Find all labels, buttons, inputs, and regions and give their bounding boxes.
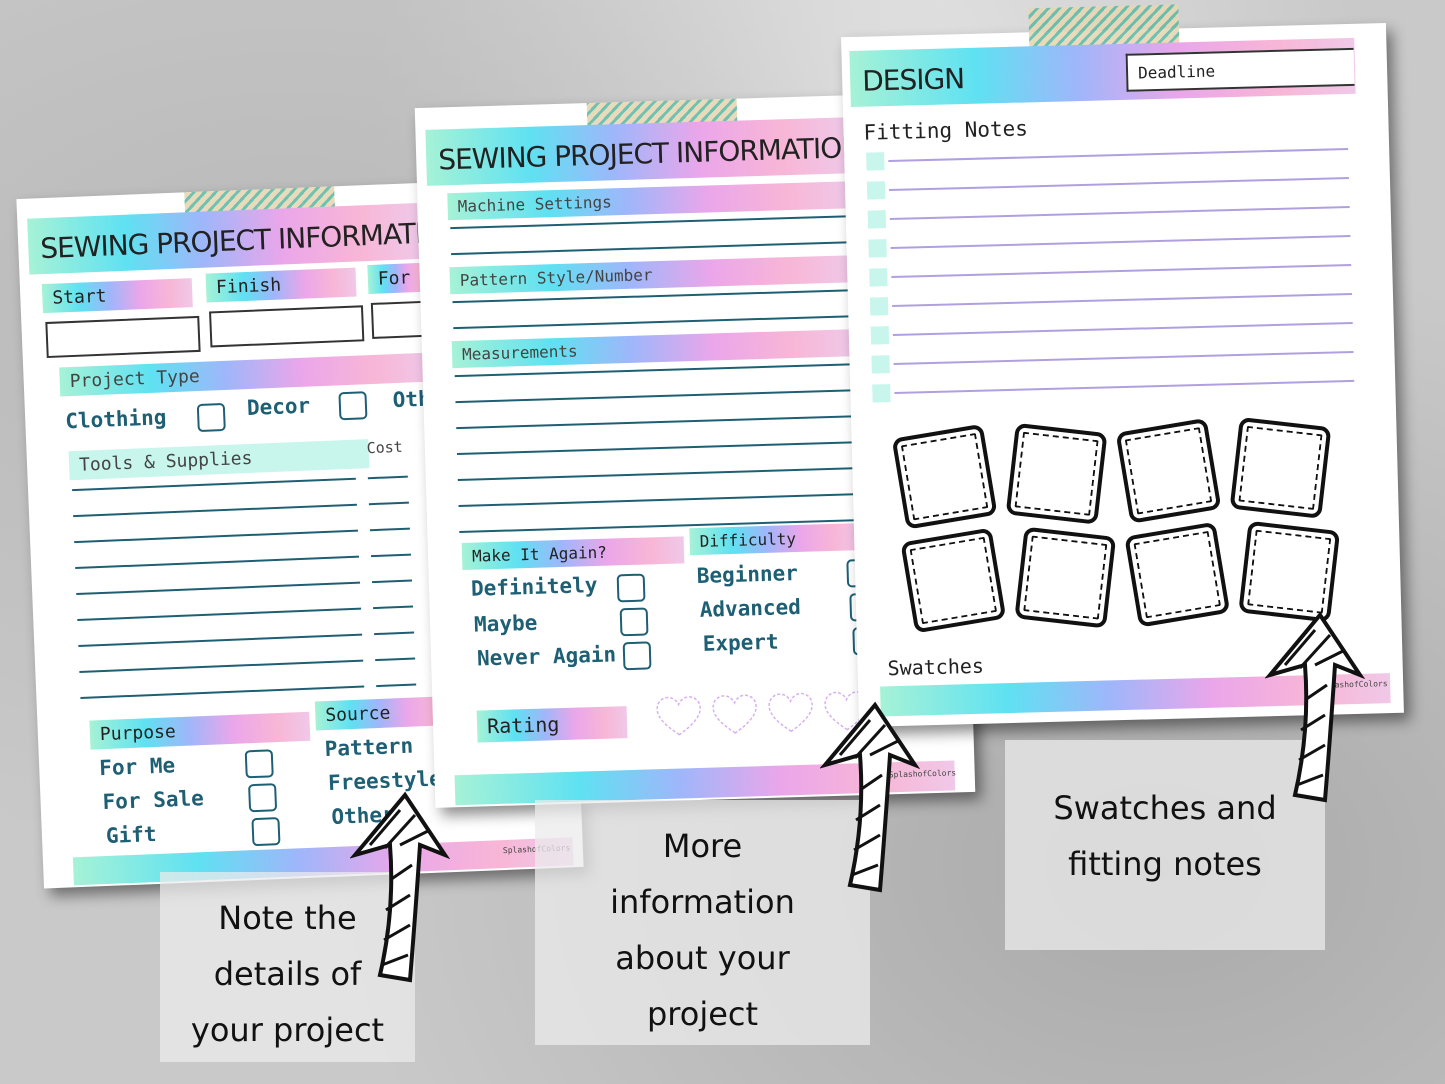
writing-line[interactable]: [888, 148, 1349, 162]
swatch-box[interactable]: [1229, 416, 1332, 519]
option-gift: Gift: [105, 822, 158, 849]
writing-line[interactable]: [889, 177, 1349, 191]
line-marker: [872, 384, 891, 403]
swatch-box[interactable]: [1014, 526, 1117, 629]
writing-line[interactable]: [891, 263, 1352, 278]
line-marker: [866, 152, 885, 171]
heart-icon[interactable]: [764, 689, 817, 737]
writing-line[interactable]: [892, 292, 1352, 307]
deadline-field[interactable]: Deadline: [1125, 47, 1355, 92]
caption-line: project: [646, 995, 759, 1033]
line-marker: [870, 326, 890, 345]
line-marker: [871, 355, 890, 374]
option-pattern: Pattern: [324, 733, 414, 762]
writing-line[interactable]: [453, 315, 850, 329]
heart-icon[interactable]: [652, 692, 705, 740]
arrow-icon: [820, 701, 920, 893]
finish-label: Finish: [205, 267, 357, 303]
caption-line: fitting notes: [1068, 845, 1262, 883]
finish-field[interactable]: [209, 305, 365, 348]
writing-line[interactable]: [893, 350, 1354, 365]
swatches-label: Swatches: [887, 653, 985, 681]
difficulty-label: Difficulty: [689, 523, 861, 556]
writing-line[interactable]: [890, 234, 1351, 249]
option-clothing: Clothing: [64, 405, 167, 434]
make-again-label: Make It Again?: [461, 536, 685, 570]
checkbox-clothing[interactable]: [196, 402, 226, 433]
option-advanced: Advanced: [699, 594, 802, 622]
heart-icon[interactable]: [708, 690, 761, 738]
tools-label: Tools & Supplies: [68, 439, 370, 481]
writing-line[interactable]: [892, 321, 1353, 336]
line-marker: [867, 210, 887, 229]
line-marker: [866, 181, 886, 200]
purpose-label: Purpose: [89, 711, 311, 750]
swatch-box[interactable]: [1238, 520, 1341, 623]
swatch-box[interactable]: [891, 423, 998, 530]
measurements-label: Measurements: [451, 329, 853, 369]
swatch-box[interactable]: [1005, 422, 1108, 525]
swatch-box[interactable]: [900, 527, 1007, 634]
fitting-notes-label: Fitting Notes: [863, 116, 1029, 145]
option-decor: Decor: [246, 393, 311, 421]
checkbox-for-me[interactable]: [244, 749, 274, 779]
option-for-sale: For Sale: [102, 786, 205, 815]
arrow-icon: [1265, 611, 1365, 803]
line-marker: [869, 268, 888, 287]
checkbox-for-sale[interactable]: [248, 783, 278, 813]
checkbox-definitely[interactable]: [616, 573, 646, 603]
cost-label: Cost: [366, 437, 404, 458]
checkbox-decor[interactable]: [338, 391, 368, 421]
start-field[interactable]: [45, 315, 201, 359]
page-title: SEWING PROJECT INFORMATION: [425, 117, 847, 186]
option-never-again: Never Again: [476, 642, 617, 671]
page-title: SEWING PROJECT INFORMATIC: [27, 203, 420, 275]
option-for-me: For Me: [98, 753, 176, 781]
option-definitely: Definitely: [470, 572, 598, 601]
writing-line[interactable]: [889, 205, 1350, 220]
option-expert: Expert: [702, 629, 779, 656]
rating-label: Rating: [476, 706, 628, 743]
project-type-label: Project Type: [59, 352, 431, 397]
option-maybe: Maybe: [473, 610, 538, 637]
checkbox-gift[interactable]: [251, 817, 281, 847]
caption-line: your project: [190, 1011, 385, 1049]
checkbox-never-again[interactable]: [622, 641, 652, 671]
line-marker: [868, 239, 887, 258]
writing-line[interactable]: [894, 379, 1355, 394]
line-marker: [869, 297, 889, 316]
checkbox-maybe[interactable]: [619, 607, 649, 637]
start-label: Start: [41, 278, 193, 314]
caption-line: about your: [615, 939, 790, 977]
option-beginner: Beginner: [696, 561, 799, 588]
pattern-style-label: Pattern Style/Number: [449, 255, 851, 295]
writing-line[interactable]: [451, 241, 847, 255]
machine-settings-label: Machine Settings: [447, 181, 848, 221]
swatch-box[interactable]: [1124, 521, 1231, 628]
arrow-icon: [350, 791, 450, 983]
swatch-box[interactable]: [1115, 417, 1222, 524]
